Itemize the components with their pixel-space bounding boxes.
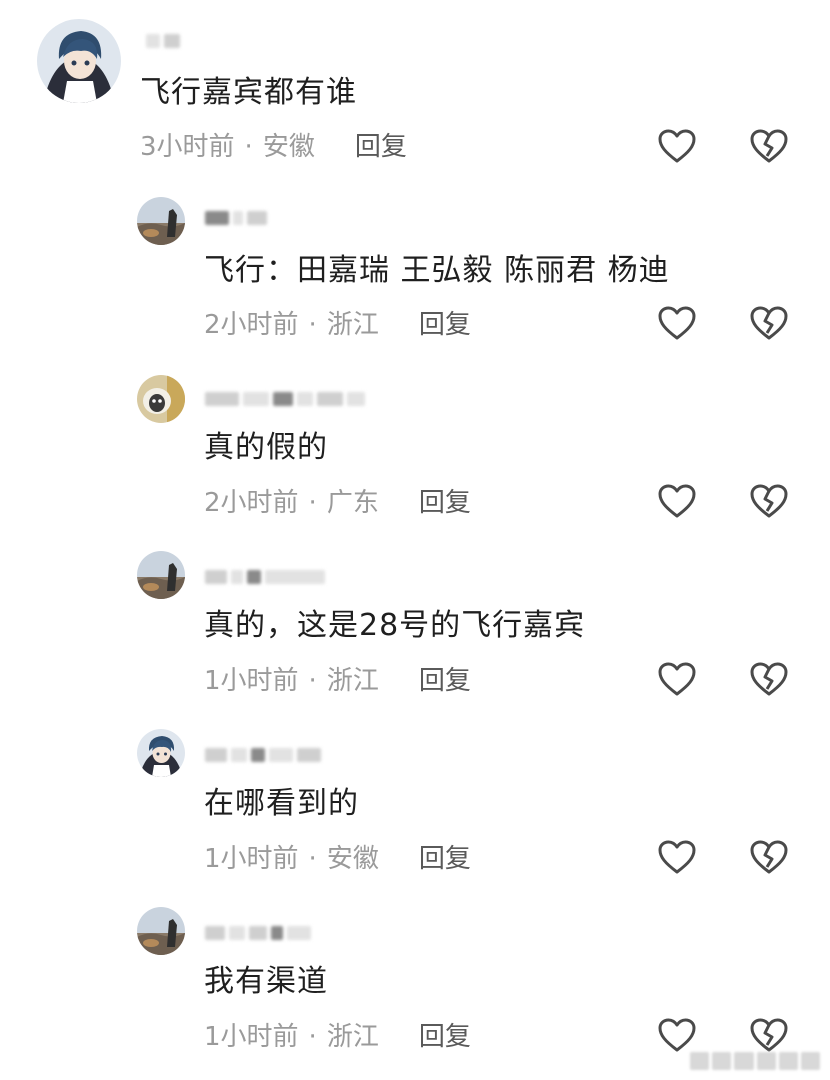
reply-button[interactable]: 回复 [419,486,471,520]
comment-meta: 1小时前 · 安徽 回复 [204,842,471,876]
anime-avatar-image [137,729,185,777]
sheep-avatar-image [137,375,185,423]
reply-button[interactable]: 回复 [419,1020,471,1054]
heart-outline-icon[interactable] [657,483,697,519]
separator-dot: · [244,132,253,162]
separator-dot: · [308,1022,317,1052]
comment-time: 1小时前 [204,666,299,696]
avatar[interactable] [137,197,185,245]
reply-button[interactable]: 回复 [355,130,407,164]
broken-heart-icon[interactable] [749,1017,789,1053]
reply-comment: 真的假的 2小时前 · 广东 回复 [0,358,830,536]
separator-dot: · [308,666,317,696]
landscape-avatar-image [137,197,185,245]
reply-comment: 在哪看到的 1小时前 · 安徽 回复 [0,714,830,892]
username-redacted[interactable] [205,744,321,766]
comment-text: 真的假的 [204,430,328,465]
username-redacted[interactable] [146,30,180,52]
comment-text: 真的，这是28号的飞行嘉宾 [204,608,586,643]
comment: 飞行嘉宾都有谁 3小时前 · 安徽 回复 [0,0,830,180]
heart-outline-icon[interactable] [657,305,697,341]
broken-heart-icon[interactable] [749,839,789,875]
username-redacted[interactable] [205,922,311,944]
comment-location: 安徽 [262,132,315,162]
heart-outline-icon[interactable] [657,839,697,875]
reply-button[interactable]: 回复 [419,842,471,876]
broken-heart-icon[interactable] [749,305,789,341]
comment-location: 安徽 [326,844,379,874]
comment-time: 1小时前 [204,844,299,874]
avatar[interactable] [137,907,185,955]
heart-outline-icon[interactable] [657,128,697,164]
broken-heart-icon[interactable] [749,661,789,697]
comment-time: 3小时前 [140,132,235,162]
landscape-avatar-image [137,551,185,599]
heart-outline-icon[interactable] [657,661,697,697]
username-redacted[interactable] [205,388,365,410]
comment-text: 飞行嘉宾都有谁 [140,75,357,110]
comment-location: 浙江 [326,310,379,340]
separator-dot: · [308,844,317,874]
avatar[interactable] [137,551,185,599]
username-redacted[interactable] [205,207,267,229]
reply-button[interactable]: 回复 [419,664,471,698]
watermark-redacted [690,1052,821,1070]
separator-dot: · [308,488,317,518]
comment-meta: 1小时前 · 浙江 回复 [204,1020,471,1054]
comment-meta: 2小时前 · 浙江 回复 [204,308,471,342]
avatar[interactable] [37,19,121,103]
avatar[interactable] [137,375,185,423]
broken-heart-icon[interactable] [749,483,789,519]
comment-text: 飞行：田嘉瑞 王弘毅 陈丽君 杨迪 [204,253,670,288]
comment-time: 2小时前 [204,488,299,518]
reply-comment: 飞行：田嘉瑞 王弘毅 陈丽君 杨迪 2小时前 · 浙江 回复 [0,180,830,360]
separator-dot: · [308,310,317,340]
comment-meta: 2小时前 · 广东 回复 [204,486,471,520]
comment-location: 浙江 [326,1022,379,1052]
broken-heart-icon[interactable] [749,128,789,164]
username-redacted[interactable] [205,566,325,588]
landscape-avatar-image [137,907,185,955]
anime-avatar-image [37,19,121,103]
comment-time: 2小时前 [204,310,299,340]
avatar[interactable] [137,729,185,777]
heart-outline-icon[interactable] [657,1017,697,1053]
comment-text: 我有渠道 [204,964,328,999]
reply-comment: 真的，这是28号的飞行嘉宾 1小时前 · 浙江 回复 [0,536,830,714]
comment-meta: 3小时前 · 安徽 回复 [140,130,407,164]
comment-meta: 1小时前 · 浙江 回复 [204,664,471,698]
comment-text: 在哪看到的 [204,786,359,821]
comment-time: 1小时前 [204,1022,299,1052]
comment-location: 浙江 [326,666,379,696]
comment-location: 广东 [326,488,379,518]
reply-button[interactable]: 回复 [419,308,471,342]
